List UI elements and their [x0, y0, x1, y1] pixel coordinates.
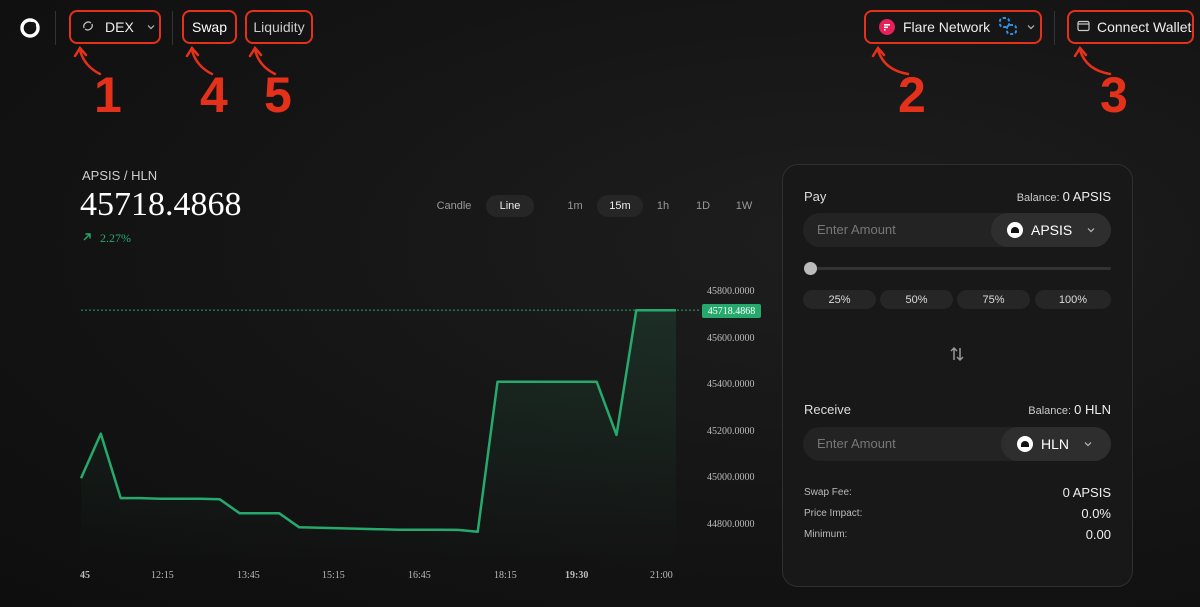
price-area-fill [81, 310, 676, 560]
current-price-tag: 45718.4868 [702, 304, 761, 318]
receive-token-label: HLN [1041, 436, 1070, 452]
receive-amount-placeholder: Enter Amount [817, 436, 896, 451]
chevron-down-icon [1086, 222, 1096, 238]
percent-50-button[interactable]: 50% [880, 290, 953, 309]
pay-balance-label: Balance: [1016, 192, 1060, 204]
minimum-label: Minimum: [804, 529, 848, 540]
x-tick-label: 15:15 [322, 570, 345, 581]
pay-token-selector[interactable]: APSIS [991, 213, 1111, 247]
callout-number: 3 [1100, 67, 1128, 123]
amount-slider-track[interactable] [809, 267, 1111, 270]
receive-balance-value: 0 HLN [1074, 402, 1111, 417]
receive-balance: Balance: 0 HLN [1028, 402, 1111, 417]
x-tick-label: 45 [80, 570, 90, 581]
percent-100-button[interactable]: 100% [1035, 290, 1111, 309]
y-tick-label: 45400.0000 [707, 379, 755, 390]
swap-fee-value: 0 APSIS [1062, 485, 1111, 500]
y-tick-label: 44800.0000 [707, 519, 755, 530]
pay-amount-placeholder: Enter Amount [817, 222, 896, 237]
y-tick-label: 45600.0000 [707, 333, 755, 344]
callout-number: 2 [898, 67, 926, 123]
x-tick-label: 21:00 [650, 570, 673, 581]
receive-label: Receive [804, 402, 851, 417]
x-tick-label: 19:30 [565, 570, 589, 581]
x-tick-label: 16:45 [408, 570, 431, 581]
apsis-token-icon [1007, 222, 1023, 238]
x-tick-label: 13:45 [237, 570, 260, 581]
pay-token-label: APSIS [1031, 222, 1073, 238]
receive-amount-field[interactable]: Enter Amount HLN [803, 427, 1111, 461]
pay-balance: Balance: 0 APSIS [1017, 189, 1111, 204]
price-impact-value: 0.0% [1081, 506, 1111, 521]
price-chart[interactable] [0, 0, 780, 590]
chevron-down-icon [1083, 436, 1093, 452]
pay-label: Pay [804, 189, 827, 204]
hln-token-icon [1017, 436, 1033, 452]
x-tick-label: 12:15 [151, 570, 174, 581]
y-tick-label: 45000.0000 [707, 472, 755, 483]
swap-direction-icon[interactable] [948, 345, 966, 368]
pay-amount-field[interactable]: Enter Amount APSIS [803, 213, 1111, 247]
minimum-value: 0.00 [1085, 527, 1111, 542]
y-tick-label: 45200.0000 [707, 426, 755, 437]
receive-balance-label: Balance: [1028, 405, 1072, 417]
receive-token-selector[interactable]: HLN [1001, 427, 1111, 461]
y-tick-label: 45800.0000 [707, 286, 755, 297]
price-impact-label: Price Impact: [804, 508, 863, 519]
x-tick-label: 18:15 [494, 570, 517, 581]
amount-slider-handle[interactable] [804, 262, 817, 275]
pay-balance-value: 0 APSIS [1062, 189, 1111, 204]
swap-fee-label: Swap Fee: [804, 487, 852, 498]
percent-25-button[interactable]: 25% [803, 290, 876, 309]
percent-75-button[interactable]: 75% [957, 290, 1030, 309]
